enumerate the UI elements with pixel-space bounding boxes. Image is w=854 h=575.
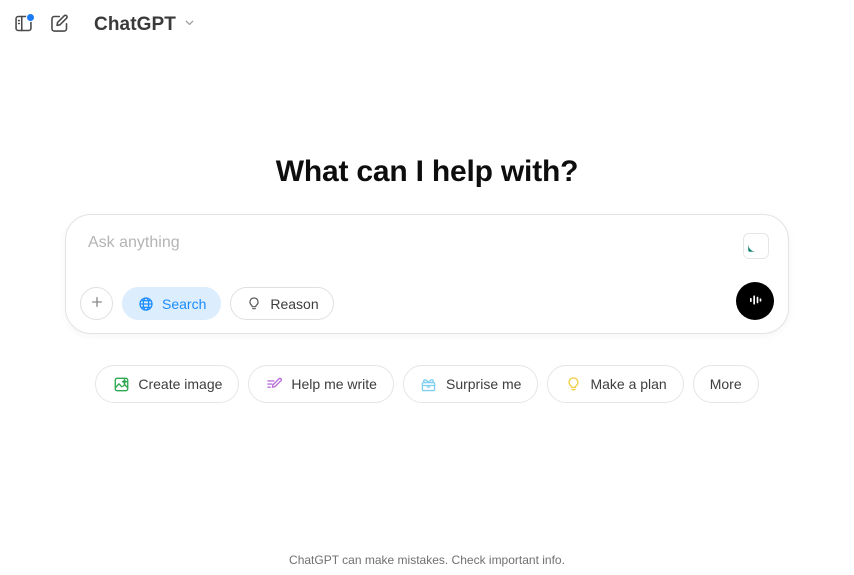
suggestion-label: Make a plan [590,376,667,392]
model-selector[interactable]: ChatGPT [90,10,204,40]
tool-search-label: Search [162,295,207,312]
plus-icon [89,294,105,313]
brand-label: ChatGPT [94,14,176,35]
suggestion-surprise-me[interactable]: Surprise me [402,365,539,403]
suggestion-chip-row: Create image Help me write Surprise me M… [0,365,854,403]
disclaimer-text: ChatGPT can make mistakes. Check importa… [289,553,565,567]
tool-reason-label: Reason [270,295,319,312]
lightbulb-icon [245,295,263,313]
image-icon [112,375,130,393]
gift-box-icon [420,375,438,393]
add-attachment-button[interactable] [80,287,113,320]
main-content: What can I help with? Ask anything Searc… [0,50,854,540]
suggestion-label: Surprise me [445,376,522,392]
tool-reason-button[interactable]: Reason [230,287,334,320]
globe-icon [137,295,155,313]
composer[interactable]: Ask anything Search Reason [65,214,789,334]
top-bar: ChatGPT [0,0,854,50]
notification-dot [26,13,35,22]
sidebar-toggle-button[interactable] [6,8,40,42]
suggestion-make-a-plan[interactable]: Make a plan [547,365,684,403]
suggestion-create-image[interactable]: Create image [95,365,240,403]
composer-tool-row: Search Reason [80,287,334,320]
voice-mode-button[interactable] [736,282,774,320]
prompt-input-placeholder[interactable]: Ask anything [88,234,180,252]
page-title: What can I help with? [275,155,579,188]
voice-waveform-icon [745,290,765,313]
grammarly-button[interactable] [743,233,769,259]
suggestion-help-me-write[interactable]: Help me write [248,365,394,403]
chevron-down-icon [183,16,196,34]
new-chat-button[interactable] [42,8,76,42]
compose-pencil-square-icon [49,13,70,37]
suggestion-more[interactable]: More [692,365,759,403]
pencil-lines-icon [265,375,283,393]
lightbulb-icon [564,375,582,393]
suggestion-label: More [709,376,742,392]
grammarly-icon [747,235,765,258]
suggestion-label: Create image [138,376,223,392]
suggestion-label: Help me write [291,376,377,392]
tool-search-button[interactable]: Search [122,287,222,320]
